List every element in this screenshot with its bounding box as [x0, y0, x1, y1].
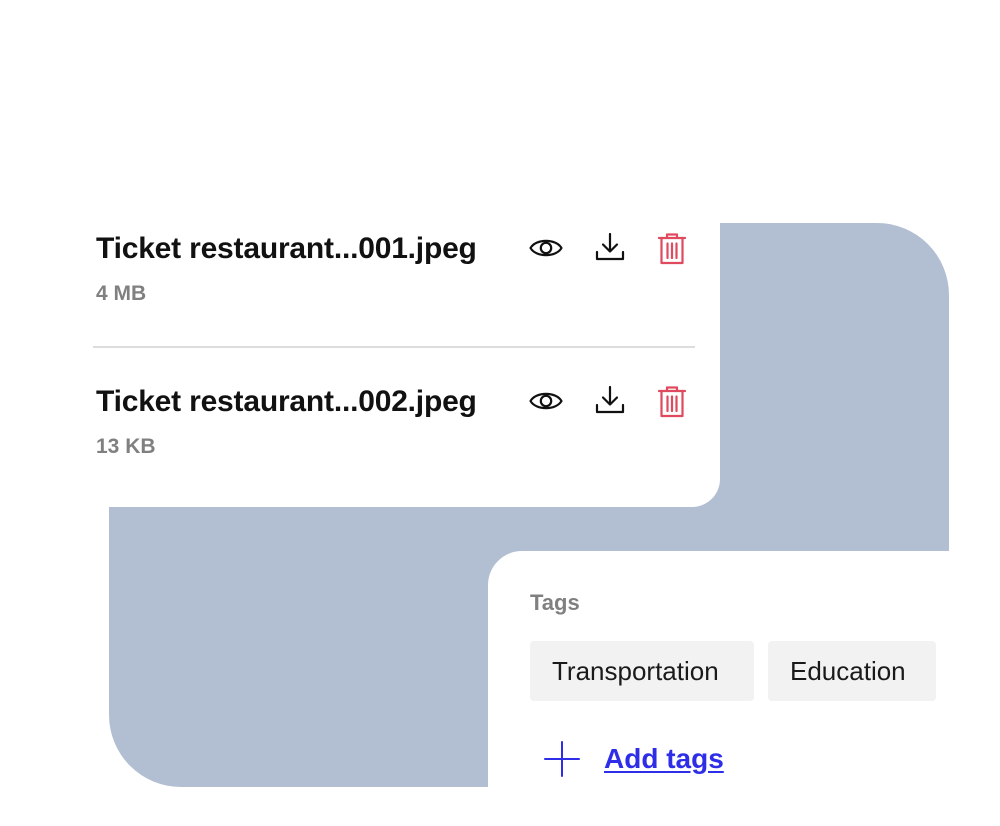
tag-chip-education[interactable]: Education [768, 641, 936, 701]
file-name: Ticket restaurant...001.jpeg [96, 232, 477, 265]
tag-chip-transportation[interactable]: Transportation [530, 641, 754, 701]
file-name: Ticket restaurant...002.jpeg [96, 385, 477, 418]
download-icon[interactable] [592, 230, 628, 266]
download-icon[interactable] [592, 383, 628, 419]
add-tags-link[interactable]: Add tags [604, 743, 724, 775]
add-tags-button[interactable]: Add tags [544, 737, 754, 781]
file-row: Ticket restaurant...001.jpeg 4 MB [96, 230, 696, 310]
tags-title: Tags [530, 590, 580, 615]
file-size: 13 KB [96, 435, 156, 458]
trash-icon[interactable] [654, 383, 690, 419]
attachments-card: Ticket restaurant...001.jpeg 4 MB Ticket… [0, 180, 720, 507]
plus-icon [544, 741, 580, 777]
tags-card: Tags Transportation Education Add tags [488, 551, 1000, 826]
file-row: Ticket restaurant...002.jpeg 13 KB [96, 383, 696, 463]
eye-icon[interactable] [528, 230, 564, 266]
trash-icon[interactable] [654, 230, 690, 266]
eye-icon[interactable] [528, 383, 564, 419]
divider [93, 346, 695, 348]
file-size: 4 MB [96, 282, 147, 305]
